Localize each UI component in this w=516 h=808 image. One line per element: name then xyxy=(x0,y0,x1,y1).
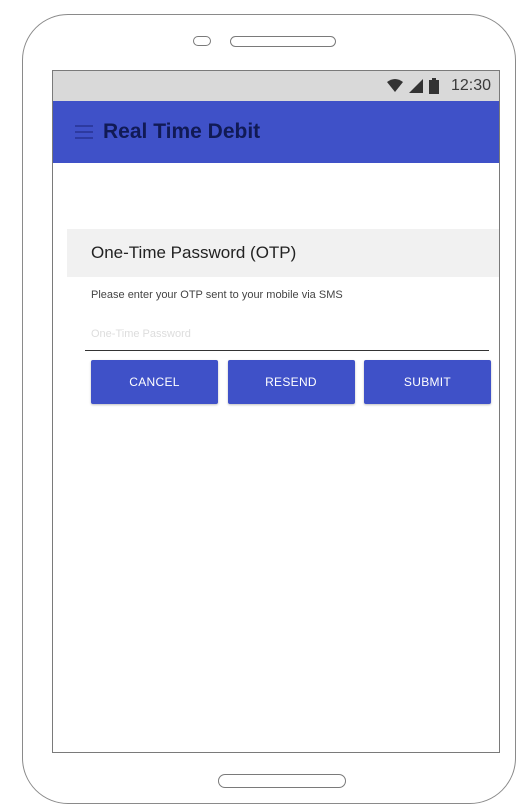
speaker-icon xyxy=(230,36,336,47)
otp-card-header: One-Time Password (OTP) xyxy=(67,229,499,277)
device-screen: 12:30 Real Time Debit One-Time Password … xyxy=(52,70,500,753)
battery-icon xyxy=(428,78,439,94)
app-title: Real Time Debit xyxy=(103,120,261,143)
signal-icon xyxy=(408,79,423,93)
submit-button[interactable]: SUBMIT xyxy=(364,360,491,404)
otp-input[interactable] xyxy=(85,317,489,351)
home-button[interactable] xyxy=(218,774,346,788)
resend-button[interactable]: RESEND xyxy=(227,360,355,404)
status-bar: 12:30 xyxy=(53,71,499,101)
status-time: 12:30 xyxy=(450,77,491,94)
front-camera-icon xyxy=(193,36,211,46)
hamburger-menu-icon[interactable] xyxy=(75,125,93,139)
cancel-button[interactable]: CANCEL xyxy=(91,360,218,404)
otp-button-row: CANCEL RESEND SUBMIT xyxy=(91,360,491,404)
wifi-icon xyxy=(386,79,403,93)
app-bar: Real Time Debit xyxy=(53,101,499,163)
otp-instruction: Please enter your OTP sent to your mobil… xyxy=(91,289,343,301)
